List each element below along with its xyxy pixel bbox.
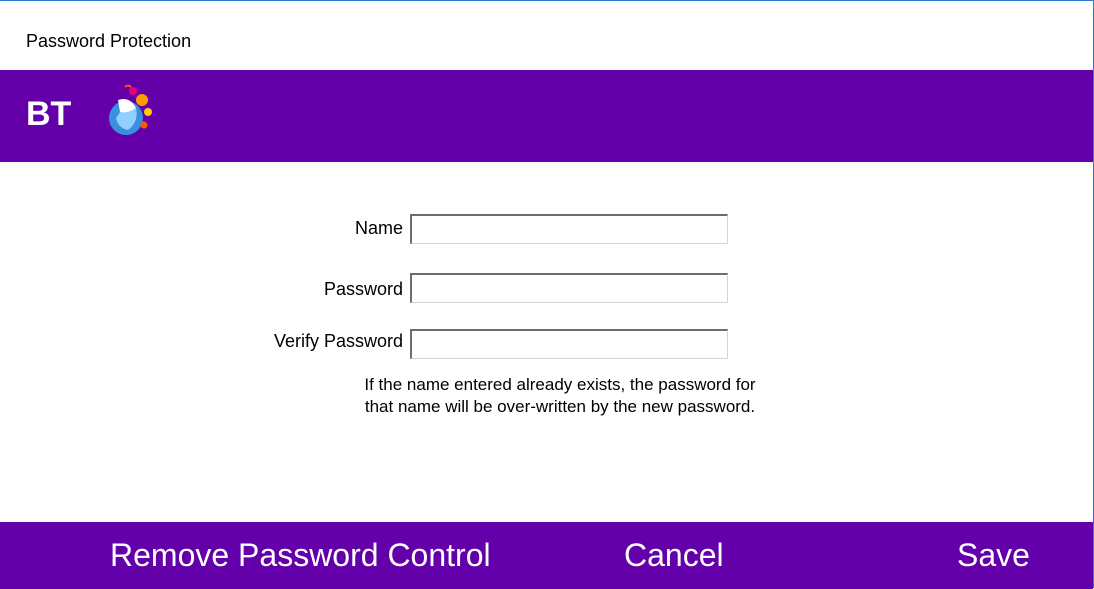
name-input[interactable] xyxy=(410,214,728,244)
password-label: Password xyxy=(323,279,403,299)
password-form: Name Password Verify Password If the nam… xyxy=(0,162,1093,522)
overwrite-note-line1: If the name entered already exists, the … xyxy=(364,375,756,394)
remove-password-control-button[interactable]: Remove Password Control xyxy=(110,522,491,589)
verify-password-label: Verify Password xyxy=(273,331,403,351)
cancel-button[interactable]: Cancel xyxy=(624,522,724,589)
name-label: Name xyxy=(354,218,403,238)
brand-banner: BT xyxy=(0,70,1093,162)
action-bar: Remove Password Control Cancel Save xyxy=(0,522,1093,589)
password-input[interactable] xyxy=(410,273,728,303)
password-protection-window: Password Protection BT Name Password Ver… xyxy=(0,0,1094,589)
save-button[interactable]: Save xyxy=(957,522,1030,589)
title-bar: Password Protection xyxy=(0,1,1093,69)
bt-logo-text: BT xyxy=(26,95,72,133)
bt-logo: BT xyxy=(26,84,152,135)
verify-password-input[interactable] xyxy=(410,329,728,359)
overwrite-note: If the name entered already exists, the … xyxy=(260,374,860,418)
bt-globe-icon xyxy=(109,84,152,135)
window-title: Password Protection xyxy=(26,31,192,51)
overwrite-note-line2: that name will be over-written by the ne… xyxy=(364,397,756,416)
